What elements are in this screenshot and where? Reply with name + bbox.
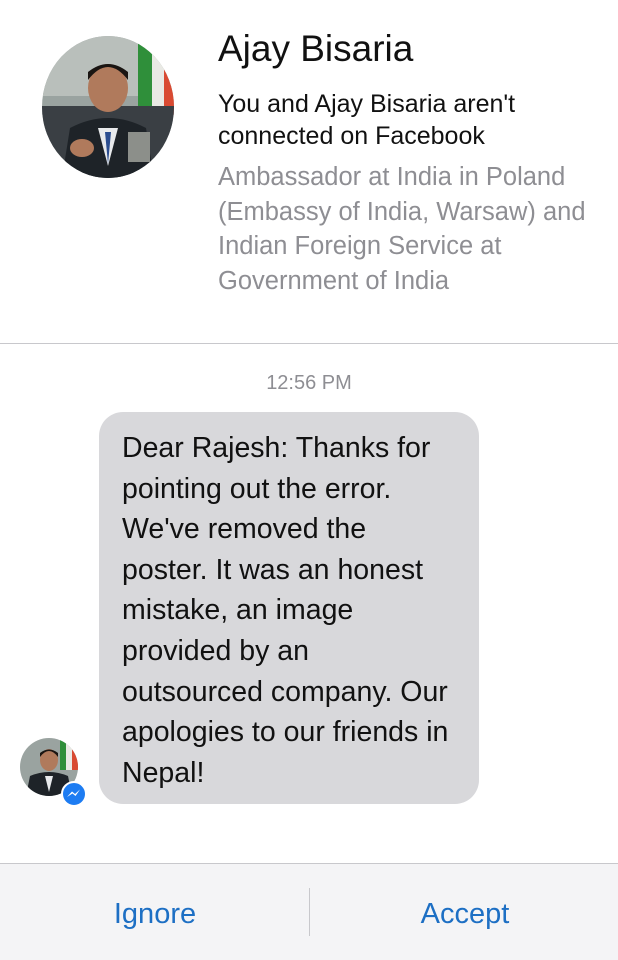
message-bubble[interactable]: Dear Rajesh: Thanks for pointing out the… (99, 412, 479, 804)
messenger-icon (61, 781, 87, 807)
profile-name: Ajay Bisaria (218, 28, 414, 69)
profile-avatar[interactable] (42, 36, 174, 178)
ignore-button[interactable]: Ignore (60, 892, 250, 936)
conversation-area: 12:56 PM Dear Rajesh: Thanks for pointin… (0, 345, 618, 863)
connection-status: You and Ajay Bisaria aren't connected on… (218, 90, 516, 150)
action-divider (309, 888, 310, 936)
profile-header: Ajay Bisaria You and Ajay Bisaria aren't… (0, 0, 618, 344)
request-action-bar: Ignore Accept (0, 863, 618, 960)
profile-photo-icon (42, 36, 174, 178)
accept-button[interactable]: Accept (370, 892, 560, 936)
message-timestamp: 12:56 PM (266, 372, 352, 394)
profile-work-info: Ambassador at India in Poland (Embassy o… (218, 163, 586, 295)
